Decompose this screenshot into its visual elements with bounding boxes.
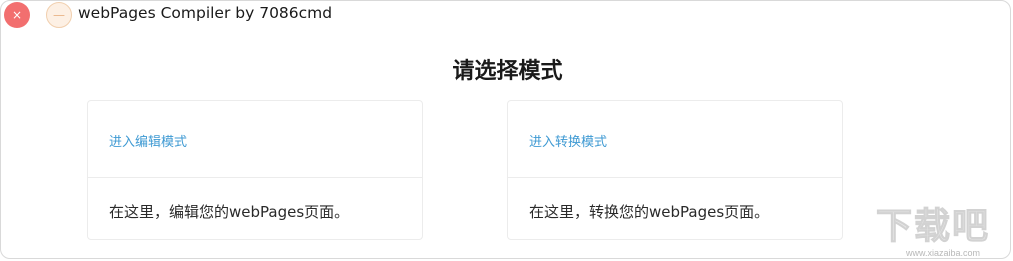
- app-window: × — webPages Compiler by 7086cmd 请选择模式 进…: [0, 0, 1011, 259]
- watermark-logo: 下载吧 www.xiazaiba.com: [875, 205, 1013, 261]
- card-description: 在这里，转换您的webPages页面。: [529, 203, 770, 221]
- card-description: 在这里，编辑您的webPages页面。: [109, 203, 350, 221]
- watermark-url: www.xiazaiba.com: [906, 248, 981, 258]
- page-title: 请选择模式: [452, 59, 563, 84]
- minimize-icon: —: [53, 8, 65, 22]
- watermark-text: 下载吧: [875, 206, 991, 248]
- close-button[interactable]: ×: [4, 2, 30, 28]
- window-title: webPages Compiler by 7086cmd: [78, 4, 333, 22]
- card-header: 进入转换模式: [508, 101, 842, 178]
- convert-mode-card: 进入转换模式 在这里，转换您的webPages页面。: [507, 100, 843, 240]
- close-icon: ×: [11, 8, 23, 22]
- edit-mode-link[interactable]: 进入编辑模式: [109, 135, 187, 150]
- title-bar[interactable]: × — webPages Compiler by 7086cmd: [1, 1, 1010, 31]
- card-header: 进入编辑模式: [88, 101, 422, 178]
- edit-mode-card: 进入编辑模式 在这里，编辑您的webPages页面。: [87, 100, 423, 240]
- convert-mode-link[interactable]: 进入转换模式: [529, 135, 607, 150]
- minimize-button[interactable]: —: [46, 2, 72, 28]
